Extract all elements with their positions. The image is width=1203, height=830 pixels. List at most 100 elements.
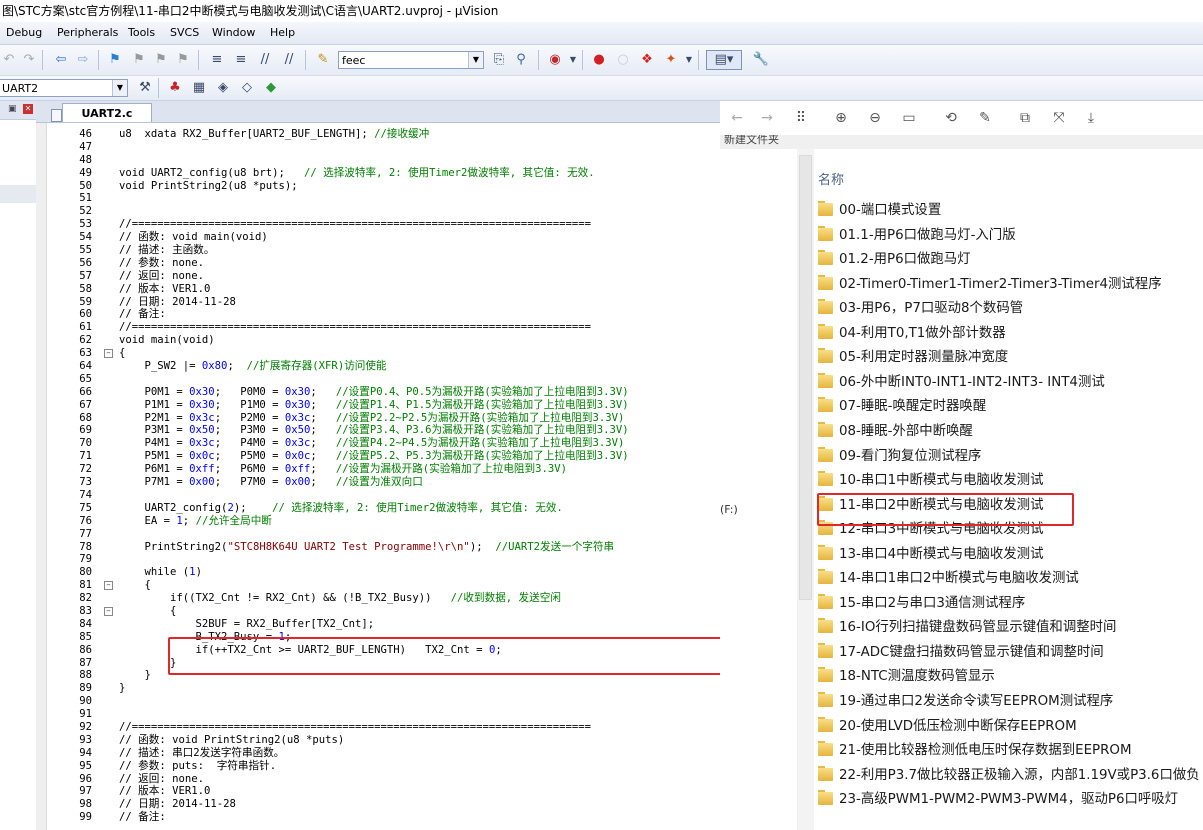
folder-item[interactable]: 01.2-用P6口做跑马灯 [818,250,1203,270]
kill-breakpoints-icon[interactable]: ❖ [638,51,656,69]
kill-all-breakpoints-icon[interactable]: ✦ [662,51,680,69]
chevron-down-icon[interactable]: ▼ [680,51,698,69]
download-icon[interactable]: ⤓ [1082,109,1100,127]
manage-runtime-icon[interactable]: ◆ [262,79,280,97]
folder-item[interactable]: 20-使用LVD低压检测中断保存EEPROM [818,716,1203,737]
code-line[interactable]: 70 P4M1 = 0x3c; P4M0 = 0x3c; //设置P4.2~P4… [46,437,720,450]
folder-item[interactable]: 19-通过串口2发送命令读写EEPROM测试程序 [818,692,1203,712]
code-line[interactable]: 84 S2BUF = RX2_Buffer[TX2_Cnt]; [46,618,720,631]
code-line[interactable]: 78 PrintString2("STC8H8K64U UART2 Test P… [46,541,720,554]
folder-item[interactable]: 00-端口模式设置 [818,201,1203,221]
code-line[interactable]: 99 // 备注: [46,811,720,824]
next-bookmark-icon[interactable]: ⚑ [152,51,170,69]
breadcrumb[interactable]: 新建文件夹 [720,135,1203,149]
code-line[interactable]: 73 P7M1 = 0x00; P7M0 = 0x00; //设置为准双向口 [46,476,720,489]
comment-icon[interactable]: // [256,51,274,69]
edit-icon[interactable]: ✎ [976,109,994,127]
code-line[interactable]: 53 //====================================… [46,218,720,231]
code-line[interactable]: 58 // 版本: VER1.0 [46,283,720,296]
code-line[interactable]: 67 P1M1 = 0x30; P1M0 = 0x30; //设置P1.4、P1… [46,399,720,412]
code-line[interactable]: 54 // 函数: void main(void) [46,231,720,244]
components-icon[interactable]: ◈ [214,79,232,97]
folder-item[interactable]: 15-串口2与串口3通信测试程序 [818,593,1203,614]
code-line[interactable]: 57 // 返回: none. [46,270,720,283]
code-line[interactable]: 71 P5M1 = 0x0c; P5M0 = 0x0c; //设置P5.2、P5… [46,450,720,463]
code-line[interactable]: 56 // 参数: none. [46,257,720,270]
folder-item[interactable]: 02-Timer0-Timer1-Timer2-Timer3-Timer4测试程… [818,274,1203,295]
forward-icon[interactable]: → [758,109,776,127]
target-combo[interactable]: UART2 ▼ [0,79,128,97]
window-layout-icon[interactable]: ▤▾ [706,50,742,70]
code-line[interactable]: 65 [46,373,720,386]
breakpoint-icon[interactable]: ● [590,51,608,69]
fit-icon[interactable]: ⤧ [1050,109,1068,127]
folder-item[interactable]: 21-使用比较器检测低电压时保存数据到EEPROM [818,741,1203,761]
copy-icon[interactable]: ⧉ [1016,109,1034,127]
redo-icon[interactable]: ↷ [20,51,38,69]
code-line[interactable]: 75 UART2_config(2); // 选择波特率, 2: 使用Timer… [46,502,720,515]
folder-item[interactable]: 18-NTC测温度数码管显示 [818,667,1203,687]
code-line[interactable]: 62 void main(void) [46,334,720,347]
code-line[interactable]: 49 void UART2_config(u8 brt); // 选择波特率, 2… [46,167,720,180]
project-icon[interactable]: ♣ [166,79,184,97]
menu-debug[interactable]: Debug [6,22,42,44]
code-line[interactable]: 55 // 描述: 主函数。 [46,244,720,257]
menu-help[interactable]: Help [270,22,295,44]
back-icon[interactable]: ← [728,109,746,127]
code-line[interactable]: 89} [46,682,720,695]
menu-tools[interactable]: Tools [128,22,155,44]
folder-item[interactable]: 05-利用定时器测量脉冲宽度 [818,348,1203,368]
debug-session-icon[interactable]: ◉ [546,51,564,69]
drive-label[interactable]: (F:) [720,503,738,516]
find-icon[interactable]: ⎘ [490,51,508,69]
incremental-find-icon[interactable]: ⚲ [512,51,530,69]
menu-peripherals[interactable]: Peripherals [57,22,118,44]
configure-icon[interactable]: 🔧 [752,51,770,69]
code-line[interactable]: 94 // 描述: 串口2发送字符串函数。 [46,747,720,760]
close-icon[interactable]: ✕ [23,104,33,114]
zoom-out-icon[interactable]: ⊖ [866,109,884,127]
code-line[interactable]: 50 void PrintString2(u8 *puts); [46,180,720,193]
chevron-down-icon[interactable]: ▼ [468,52,483,68]
scrollbar-thumb[interactable] [799,155,812,600]
pin-icon[interactable]: ▣ [8,104,17,114]
code-line[interactable]: 92 //====================================… [46,721,720,734]
find-in-files-icon[interactable]: ✎ [314,51,332,69]
code-line[interactable]: 68 P2M1 = 0x3c; P2M0 = 0x3c; //设置P2.2~P2… [46,412,720,425]
target-options-icon[interactable]: ⚒ [136,79,154,97]
folder-item[interactable]: 14-串口1串口2中断模式与电脑收发测试 [818,569,1203,589]
nav-forward-icon[interactable]: ⇨ [74,51,92,69]
code-line[interactable]: 82 if((TX2_Cnt != RX2_Cnt) && (!B_TX2_Bu… [46,592,720,605]
find-combo[interactable]: feec ▼ [338,51,484,69]
code-line[interactable]: 93 // 函数: void PrintString2(u8 *puts) [46,734,720,747]
code-line[interactable]: 79 [46,553,720,566]
code-line[interactable]: 66 P0M1 = 0x30; P0M0 = 0x30; //设置P0.4、P0… [46,386,720,399]
folder-item[interactable]: 03-用P6，P7口驱动8个数码管 [818,299,1203,319]
code-line[interactable]: 64 P_SW2 |= 0x80; //扩展寄存器(XFR)访问使能 [46,360,720,373]
code-line[interactable]: 60 // 备注: [46,308,720,321]
books-icon[interactable]: ▦ [190,79,208,97]
unindent-icon[interactable]: ≡ [232,51,250,69]
code-line[interactable]: 47 [46,141,720,154]
project-tree-selected-row[interactable] [0,185,36,203]
code-line[interactable]: 51 [46,192,720,205]
folder-item[interactable]: 23-高级PWM1-PWM2-PWM3-PWM4，驱动P6口呼吸灯 [818,790,1203,810]
actual-size-icon[interactable]: ▭ [900,109,918,127]
code-line[interactable]: 95 // 参数: puts: 字符串指针. [46,760,720,773]
folder-item[interactable]: 09-看门狗复位测试程序 [818,446,1203,467]
menu-svcs[interactable]: SVCS [170,22,199,44]
rotate-icon[interactable]: ⟲ [942,109,960,127]
folder-item[interactable]: 04-利用T0,T1做外部计数器 [818,323,1203,344]
indent-icon[interactable]: ≡ [208,51,226,69]
folder-item[interactable]: 06-外中断INT0-INT1-INT2-INT3- INT4测试 [818,372,1203,393]
code-line[interactable]: 96 // 返回: none. [46,773,720,786]
zoom-in-icon[interactable]: ⊕ [832,109,850,127]
code-line[interactable]: 52 [46,205,720,218]
navigation-scrollbar[interactable] [797,149,814,830]
folder-item[interactable]: 13-串口4中断模式与电脑收发测试 [818,544,1203,565]
folder-item[interactable]: 10-串口1中断模式与电脑收发测试 [818,471,1203,491]
disable-breakpoint-icon[interactable]: ○ [614,51,632,69]
column-header-name[interactable]: 名称 [818,169,844,188]
code-line[interactable]: 63 −{ [46,347,720,360]
code-line[interactable]: 74 [46,489,720,502]
